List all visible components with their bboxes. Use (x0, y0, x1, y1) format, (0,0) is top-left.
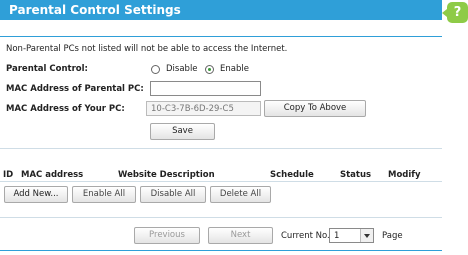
previous-button[interactable]: Previous (134, 227, 200, 244)
current-no-label: Current No. (281, 231, 330, 241)
divider (0, 181, 442, 182)
column-header-mac: MAC address (21, 170, 84, 180)
disable-radio[interactable] (151, 65, 160, 74)
divider (0, 217, 442, 218)
page-select-value: 1 (334, 231, 340, 241)
enable-all-button[interactable]: Enable All (72, 186, 136, 203)
column-header-status: Status (340, 170, 372, 180)
enable-radio[interactable] (205, 65, 214, 74)
parental-control-label: Parental Control: (6, 64, 88, 74)
disable-radio-label: Disable (166, 64, 198, 74)
column-header-modify: Modify (388, 170, 421, 180)
mac-parental-label: MAC Address of Parental PC: (6, 84, 144, 94)
save-button[interactable]: Save (150, 123, 215, 140)
enable-radio-label: Enable (220, 64, 249, 74)
divider (0, 36, 442, 37)
column-header-id: ID (3, 170, 14, 180)
mac-parental-input[interactable] (150, 81, 261, 96)
title-bar: Parental Control Settings (0, 0, 442, 20)
divider (0, 250, 442, 251)
chevron-down-icon (360, 229, 373, 242)
column-header-description: Website Description (118, 170, 215, 180)
copy-to-above-button[interactable]: Copy To Above (264, 100, 366, 117)
page-label: Page (382, 231, 403, 241)
next-button[interactable]: Next (208, 227, 273, 244)
page-title: Parental Control Settings (9, 3, 181, 17)
column-header-schedule: Schedule (270, 170, 314, 180)
help-icon[interactable]: ? (442, 2, 468, 23)
add-new-button[interactable]: Add New... (4, 186, 68, 203)
mac-yours-field: 10-C3-7B-6D-29-C5 (146, 101, 261, 116)
notice-text: Non-Parental PCs not listed will not be … (6, 44, 288, 54)
delete-all-button[interactable]: Delete All (210, 186, 271, 203)
mac-yours-label: MAC Address of Your PC: (6, 104, 125, 114)
divider (0, 148, 442, 149)
page-select[interactable]: 1 (329, 228, 374, 243)
disable-all-button[interactable]: Disable All (140, 186, 206, 203)
